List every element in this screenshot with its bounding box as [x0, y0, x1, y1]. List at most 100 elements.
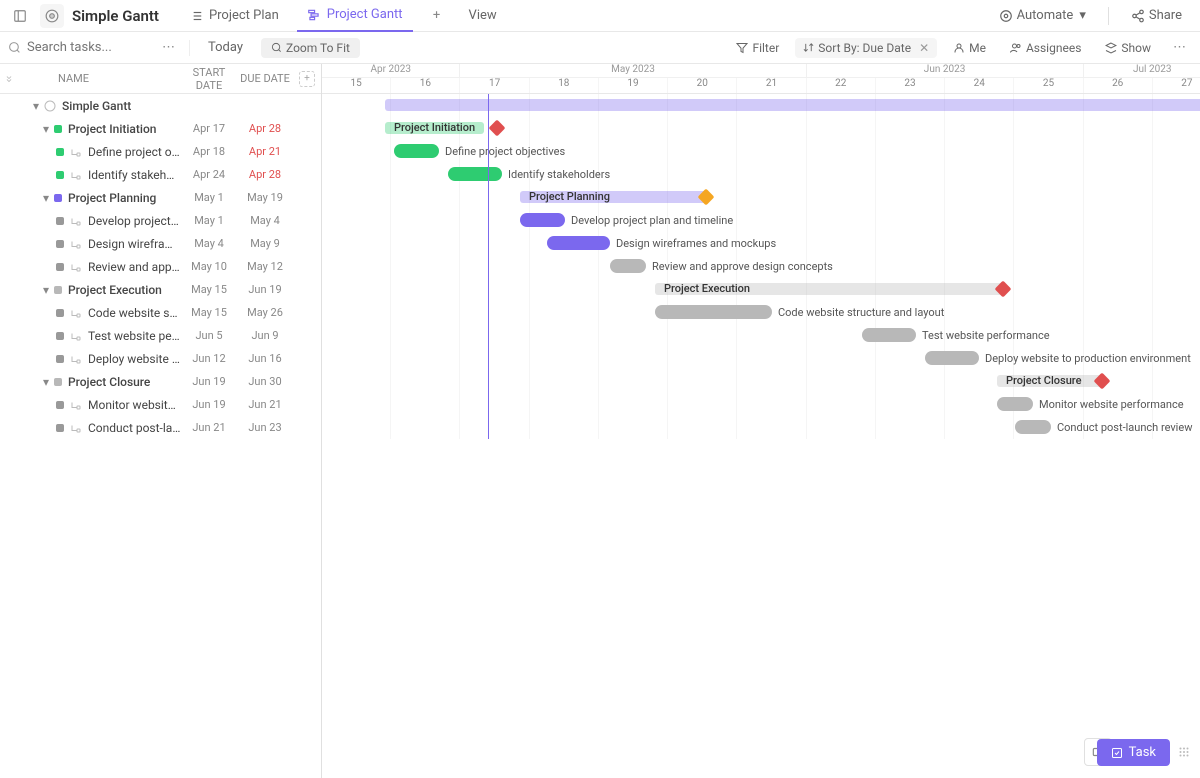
sidebar-toggle-icon[interactable]	[8, 4, 32, 28]
view-menu[interactable]: View	[459, 0, 507, 32]
start-date-cell[interactable]: Jun 5	[181, 329, 237, 342]
group-row[interactable]: ▾Project ClosureJun 19Jun 30	[0, 370, 321, 393]
task-bar[interactable]: Review and approve design concepts	[610, 259, 646, 273]
new-task-button[interactable]: Task	[1097, 739, 1170, 766]
column-start-date[interactable]: Start Date	[181, 66, 237, 92]
bar-label: Deploy website to production environment	[985, 352, 1191, 365]
apps-grid-icon[interactable]	[1176, 738, 1192, 766]
task-row[interactable]: Identify stakeholdersApr 24Apr 28	[0, 163, 321, 186]
group-row[interactable]: ▾Project InitiationApr 17Apr 28	[0, 117, 321, 140]
app-logo-icon[interactable]	[40, 4, 64, 28]
automate-button[interactable]: Automate ▾	[989, 4, 1096, 27]
sort-button[interactable]: Sort By: Due Date ✕	[795, 38, 937, 58]
task-row[interactable]: Monitor website performanceJun 19Jun 21	[0, 393, 321, 416]
task-bar[interactable]: Design wireframes and mockups	[547, 236, 610, 250]
task-row[interactable]: Develop project plan and timelineMay 1Ma…	[0, 209, 321, 232]
summary-bar[interactable]	[385, 99, 1200, 111]
due-date-cell[interactable]: May 19	[237, 191, 293, 204]
task-row[interactable]: Code website structure and layoutMay 15M…	[0, 301, 321, 324]
column-name[interactable]: NAME	[18, 72, 181, 85]
task-row[interactable]: Conduct post-launch reviewJun 21Jun 23	[0, 416, 321, 439]
start-date-cell[interactable]: May 1	[181, 191, 237, 204]
due-date-cell[interactable]: Jun 19	[237, 283, 293, 296]
task-row[interactable]: Design wireframes and mockupsMay 4May 9	[0, 232, 321, 255]
start-date-cell[interactable]: Jun 12	[181, 352, 237, 365]
start-date-cell[interactable]: May 15	[181, 283, 237, 296]
collapse-caret-icon[interactable]: ▾	[40, 375, 52, 389]
me-label: Me	[969, 41, 986, 55]
due-date-cell[interactable]: Jun 30	[237, 375, 293, 388]
collapse-caret-icon[interactable]: ▾	[40, 283, 52, 297]
due-date-cell[interactable]: May 4	[237, 214, 293, 227]
start-date-cell[interactable]: Apr 24	[181, 168, 237, 181]
zoom-icon	[271, 42, 282, 53]
start-date-cell[interactable]: Apr 17	[181, 122, 237, 135]
start-date-cell[interactable]: Jun 19	[181, 398, 237, 411]
column-due-date[interactable]: Due Date	[237, 72, 293, 85]
tab-project-gantt[interactable]: Project Gantt	[297, 0, 413, 32]
zoom-to-fit-button[interactable]: Zoom To Fit	[261, 38, 360, 58]
gantt-row	[322, 94, 1200, 117]
task-bar[interactable]: Code website structure and layout	[655, 305, 772, 319]
due-date-cell[interactable]: Apr 28	[237, 168, 293, 181]
due-date-cell[interactable]: Apr 28	[237, 122, 293, 135]
due-date-cell[interactable]: May 26	[237, 306, 293, 319]
app-title[interactable]: Simple Gantt	[72, 7, 159, 25]
me-filter-button[interactable]: Me	[945, 38, 994, 58]
start-date-cell[interactable]: Apr 18	[181, 145, 237, 158]
task-bar[interactable]: Identify stakeholders	[448, 167, 502, 181]
more-options-button[interactable]: ⋯	[1167, 37, 1192, 58]
due-date-cell[interactable]: Jun 23	[237, 421, 293, 434]
today-button[interactable]: Today	[198, 37, 253, 58]
start-date-cell[interactable]: Jun 21	[181, 421, 237, 434]
start-date-cell[interactable]: May 1	[181, 214, 237, 227]
group-row[interactable]: ▾Project PlanningMay 1May 19	[0, 186, 321, 209]
bar-label: Conduct post-launch review	[1057, 421, 1192, 434]
filter-button[interactable]: Filter	[728, 38, 787, 58]
search-more-icon[interactable]: ⋯	[156, 37, 181, 58]
assignees-button[interactable]: Assignees	[1002, 38, 1089, 58]
task-row[interactable]: Deploy website to production environment…	[0, 347, 321, 370]
task-bar[interactable]: Monitor website performance	[997, 397, 1033, 411]
add-view-button[interactable]: +	[427, 6, 447, 26]
sort-clear-button[interactable]: ✕	[919, 41, 929, 55]
show-button[interactable]: Show	[1097, 38, 1159, 58]
start-date-cell[interactable]: May 15	[181, 306, 237, 319]
milestone-diamond[interactable]	[489, 120, 506, 137]
root-row[interactable]: ▾Simple Gantt	[0, 94, 321, 117]
task-row[interactable]: Test website performanceJun 5Jun 9	[0, 324, 321, 347]
group-row[interactable]: ▾Project ExecutionMay 15Jun 19	[0, 278, 321, 301]
due-date-cell[interactable]: May 9	[237, 237, 293, 250]
expand-icon[interactable]	[4, 74, 14, 84]
status-dot	[56, 332, 64, 340]
search-box[interactable]	[8, 40, 148, 55]
search-input[interactable]	[27, 40, 127, 55]
due-date-cell[interactable]: May 12	[237, 260, 293, 273]
due-date-cell[interactable]: Jun 21	[237, 398, 293, 411]
task-bar[interactable]: Conduct post-launch review	[1015, 420, 1051, 434]
due-date-cell[interactable]: Apr 21	[237, 145, 293, 158]
share-button[interactable]: Share	[1121, 4, 1192, 27]
task-row[interactable]: Define project objectivesApr 18Apr 21	[0, 140, 321, 163]
task-bar[interactable]: Define project objectives	[394, 144, 439, 158]
task-bar[interactable]: Deploy website to production environment	[925, 351, 979, 365]
start-date-cell[interactable]: May 4	[181, 237, 237, 250]
start-date-cell[interactable]: Jun 19	[181, 375, 237, 388]
collapse-caret-icon[interactable]: ▾	[40, 122, 52, 136]
due-date-cell[interactable]: Jun 9	[237, 329, 293, 342]
day-header: 21	[737, 78, 806, 93]
task-row[interactable]: Review and approve design conceptsMay 10…	[0, 255, 321, 278]
task-bar[interactable]: Test website performance	[862, 328, 916, 342]
collapse-caret-icon[interactable]: ▾	[40, 191, 52, 205]
collapse-caret-icon[interactable]: ▾	[30, 99, 42, 113]
gantt-panel[interactable]: Apr 2023May 2023Jun 2023Jul 2023 1516171…	[322, 64, 1200, 778]
subtask-icon	[70, 353, 82, 365]
status-dot	[56, 263, 64, 271]
start-date-cell[interactable]: May 10	[181, 260, 237, 273]
people-icon	[1010, 42, 1022, 54]
task-bar[interactable]: Develop project plan and timeline	[520, 213, 565, 227]
day-header: 20	[668, 78, 737, 93]
due-date-cell[interactable]: Jun 16	[237, 352, 293, 365]
add-column-button[interactable]: +	[299, 71, 315, 87]
tab-project-plan[interactable]: Project Plan	[179, 0, 289, 32]
